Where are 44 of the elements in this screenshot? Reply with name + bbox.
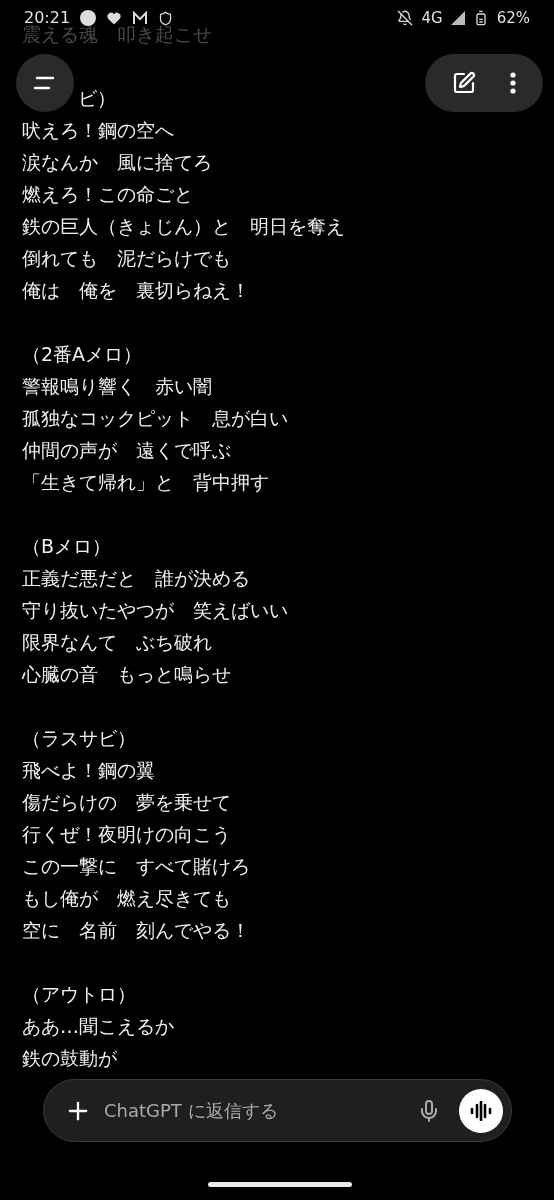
lyric-line: 限界なんて ぶち破れ (22, 630, 212, 655)
lyric-line: 「生きて帰れ」と 背中押す (22, 470, 269, 495)
lyric-line: 正義だ悪だと 誰が決める (22, 566, 250, 591)
lyric-line: 守り抜いたやつが 笑えばいい (22, 598, 288, 623)
reply-field[interactable]: ChatGPT に返信する (104, 1097, 417, 1124)
lyric-line: 行くぜ！夜明けの向こう (22, 822, 231, 847)
lyric-line: （アウトロ） (22, 982, 136, 1007)
message-composer[interactable]: ChatGPT に返信する (43, 1079, 512, 1142)
lyric-line: 涙なんか 風に捨てろ (22, 150, 212, 175)
waveform-icon (470, 1100, 492, 1121)
lyric-line: 鉄の巨人（きょじん）と 明日を奪え (22, 214, 345, 239)
lyric-line: 空に 名前 刻んでやる！ (22, 918, 250, 943)
lyric-line: 警報鳴り響く 赤い闇 (22, 374, 212, 399)
lyric-line: 倒れても 泥だらけでも (22, 246, 231, 271)
shield-icon (158, 10, 174, 26)
lyric-line: この一撃に すべて賭けろ (22, 854, 250, 879)
more-icon (510, 72, 516, 94)
lyric-line: 俺は 俺を 裏切らねえ！ (22, 278, 250, 303)
network-type: 4G (421, 7, 443, 29)
battery-level: 62% (496, 7, 530, 29)
lyric-line: もし俺が 燃え尽きても (22, 886, 231, 911)
lyric-line: 孤独なコックピット 息が白い (22, 406, 288, 431)
lyric-line: 鉄の鼓動が (22, 1046, 117, 1071)
new-chat-button[interactable] (452, 71, 476, 95)
lyric-line: 仲間の声が 遠くで呼ぶ (22, 438, 231, 463)
lyric-line: 吠えろ！鋼の空へ (22, 118, 174, 143)
lyric-line: 傷だらけの 夢を乗せて (22, 790, 231, 815)
lyric-line: ああ…聞こえるか (22, 1014, 174, 1039)
heart-icon (106, 10, 123, 26)
menu-icon (33, 75, 57, 91)
lyric-line: （ラスサビ） (22, 726, 136, 751)
pencil-square-icon (452, 71, 476, 95)
lyric-line: 心臓の音 もっと鳴らせ (22, 662, 231, 687)
lyric-line: ビ） (78, 86, 116, 111)
lyric-line: （2番Aメロ） (22, 342, 143, 367)
app-badge-icon (80, 10, 97, 26)
more-button[interactable] (510, 72, 516, 94)
lyric-line: 飛べよ！鋼の翼 (22, 758, 155, 783)
bell-off-icon (397, 10, 414, 26)
lyric-line: （Bメロ） (22, 534, 112, 559)
mail-icon (132, 11, 149, 25)
lyric-line: 燃えろ！この命ごと (22, 182, 193, 207)
voice-mode-button[interactable] (459, 1088, 503, 1133)
signal-icon (450, 11, 465, 25)
